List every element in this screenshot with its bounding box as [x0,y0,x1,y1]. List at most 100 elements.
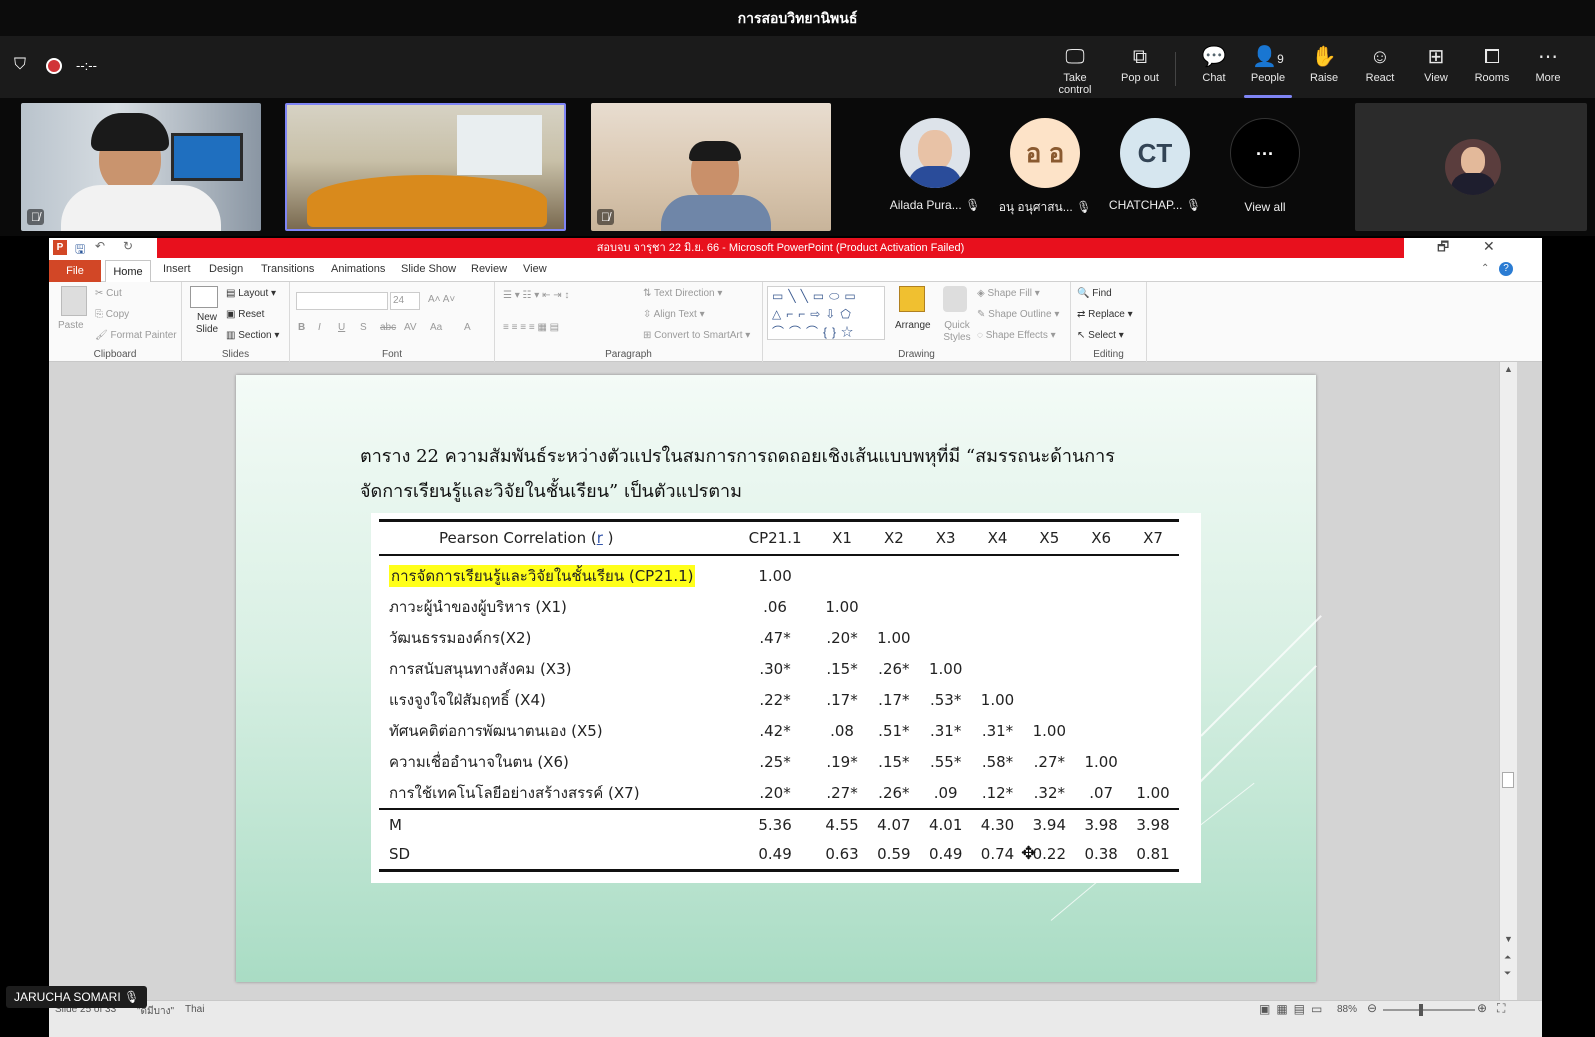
underline-icon[interactable]: U [338,322,345,333]
paste-button[interactable]: Paste [58,320,84,331]
format-painter-button[interactable]: 🖌 Format Painter [95,330,177,341]
shapes-gallery[interactable]: ▭╲╲▭⬭▭ △⌐⌐⇨⇩⬠ ⌒⌒⌒{}☆ [767,286,885,340]
italic-icon[interactable]: I [318,322,321,333]
scroll-thumb[interactable] [1502,772,1514,788]
table-cell: 0.81 [1127,839,1179,872]
replace-button[interactable]: ⇄ Replace ▾ [1077,309,1133,320]
table-cell: 0.74 [971,839,1024,872]
help-icon[interactable]: ? [1499,262,1513,276]
tab-animations[interactable]: Animations [331,263,385,275]
view-buttons[interactable]: ▣▦▤▭ [1259,1002,1328,1016]
zoom-slider[interactable] [1383,1009,1475,1011]
zoom-slider-thumb[interactable] [1419,1004,1423,1016]
scroll-up-icon[interactable]: ▲ [1504,364,1513,374]
collapse-ribbon-icon[interactable]: ⌃ [1481,263,1489,274]
rooms-button[interactable]: ⧠ Rooms [1464,44,1520,96]
redo-icon[interactable]: ↻ [123,239,133,253]
zoom-out-icon[interactable]: ⊖ [1367,1001,1377,1015]
copy-button[interactable]: ⎘ Copy [95,309,129,320]
align-icons[interactable]: ≡ ≡ ≡ ≡ ▦ ▤ [503,322,559,333]
tab-transitions[interactable]: Transitions [261,263,314,275]
pop-out-button[interactable]: ⧉ Pop out [1112,44,1168,96]
table-cell [972,555,1024,592]
next-slide-icon[interactable]: ⏷ [1504,968,1511,979]
vertical-scrollbar[interactable]: ▲ ▼ ⏶ ⏷ [1499,362,1517,1002]
tab-file[interactable]: File [49,260,101,282]
people-button[interactable]: 👤9 People [1240,44,1296,98]
slide[interactable]: ตาราง 22 ความสัมพันธ์ระหว่างตัวแปรในสมกา… [236,375,1322,982]
shape-effects-button[interactable]: ◌ Shape Effects ▾ [977,330,1056,341]
table-cell: .09 [933,783,958,802]
shape-fill-button[interactable]: ◈ Shape Fill ▾ [977,288,1040,299]
previous-slide-icon[interactable]: ⏶ [1504,952,1511,963]
table-cell [1127,592,1179,623]
scroll-down-icon[interactable]: ▼ [1504,934,1513,944]
grow-font-icon[interactable]: A˄ A˅ [428,294,455,305]
view-all-button[interactable]: ··· View all [1200,98,1330,236]
convert-smartart-button[interactable]: ⊞ Convert to SmartArt ▾ [643,330,750,341]
zoom-in-icon[interactable]: ⊕ [1477,1001,1487,1015]
powerpoint-window: P 🖫 ↶ ↻ สอบจบ จารุชา 22 มิ.ย. 66 - Micro… [49,238,1542,1037]
bold-icon[interactable]: B [298,322,305,333]
section-button[interactable]: ▥ Section ▾ [226,330,279,341]
new-slide-button[interactable]: New Slide [190,312,224,336]
background-window [457,115,542,175]
arrange-button[interactable]: Arrange [895,320,931,331]
participant-video-1[interactable]: 🎙̸ [21,103,261,231]
layout-button[interactable]: ▤ Layout ▾ [226,288,276,299]
more-button[interactable]: ⋯ More [1520,44,1576,96]
undo-icon[interactable]: ↶ [95,239,105,253]
font-name-field[interactable] [296,292,388,310]
recording-icon [46,58,62,74]
close-icon[interactable]: ✕ [1483,238,1495,255]
restore-icon[interactable]: 🗗 [1437,238,1449,260]
language-indicator[interactable]: Thai [185,1004,204,1015]
raise-hand-button[interactable]: ✋ Raise [1296,44,1352,96]
bullets-icon[interactable]: ☰ ▾ ☷ ▾ ⇤ ⇥ ↕ [503,290,569,301]
fit-slide-icon[interactable]: ⛶ [1497,1001,1505,1016]
tab-home[interactable]: Home [105,260,151,283]
react-button[interactable]: ☺ React [1352,44,1408,96]
text-direction-button[interactable]: ⇅ Text Direction ▾ [643,288,722,299]
table-cell: .17* [878,691,910,709]
tab-slide-show[interactable]: Slide Show [401,263,456,275]
table-cell: .55* [930,753,962,771]
strikethrough-icon[interactable]: abc [380,322,396,333]
table-cell [1075,555,1127,592]
table-cell: 1.00 [758,566,792,585]
shadow-icon[interactable]: S [360,322,367,333]
group-label: Paragraph [605,349,652,360]
align-text-button[interactable]: ⇳ Align Text ▾ [643,309,705,320]
view-button[interactable]: ⊞ View [1408,44,1464,96]
tab-insert[interactable]: Insert [163,263,191,275]
column-header: X1 [816,519,868,556]
quick-styles-button[interactable]: Quick Styles [937,320,977,344]
reset-button[interactable]: ▣ Reset [226,309,264,320]
tab-review[interactable]: Review [471,263,507,275]
row-label: ความเชื่ออำนาจในตน (X6) [389,753,569,771]
font-size-field[interactable]: 24 [390,292,420,310]
font-color-icon[interactable]: A [464,322,471,333]
tab-view[interactable]: View [523,263,547,275]
table-cell [1127,685,1179,716]
column-header: X6 [1075,519,1128,556]
select-button[interactable]: ↖ Select ▾ [1077,330,1124,341]
correlation-table-box: Pearson Correlation (r ) CP21.1 X1 X2 X3… [371,513,1201,883]
zoom-level[interactable]: 88% [1337,1004,1357,1015]
change-case-icon[interactable]: Aa [430,322,442,333]
shape-outline-button[interactable]: ✎ Shape Outline ▾ [977,309,1059,320]
slide-title-line1: ตาราง 22 ความสัมพันธ์ระหว่างตัวแปรในสมกา… [360,446,1115,467]
self-video[interactable] [1355,103,1587,231]
tab-design[interactable]: Design [209,263,243,275]
cut-button[interactable]: ✂ Cut [95,288,122,299]
participant-video-3[interactable]: 🎙̸ [591,103,831,231]
column-header: X2 [867,519,920,556]
participant-video-2[interactable] [285,103,566,231]
table-cell: .58* [981,753,1014,771]
spacing-icon[interactable]: AV [404,322,417,333]
participant-hair [91,113,169,151]
save-icon[interactable]: 🖫 [75,240,85,261]
take-control-button[interactable]: 🖵 Take control [1047,44,1103,96]
chat-button[interactable]: 💬 Chat [1186,44,1242,96]
find-button[interactable]: 🔍 Find [1077,288,1112,299]
